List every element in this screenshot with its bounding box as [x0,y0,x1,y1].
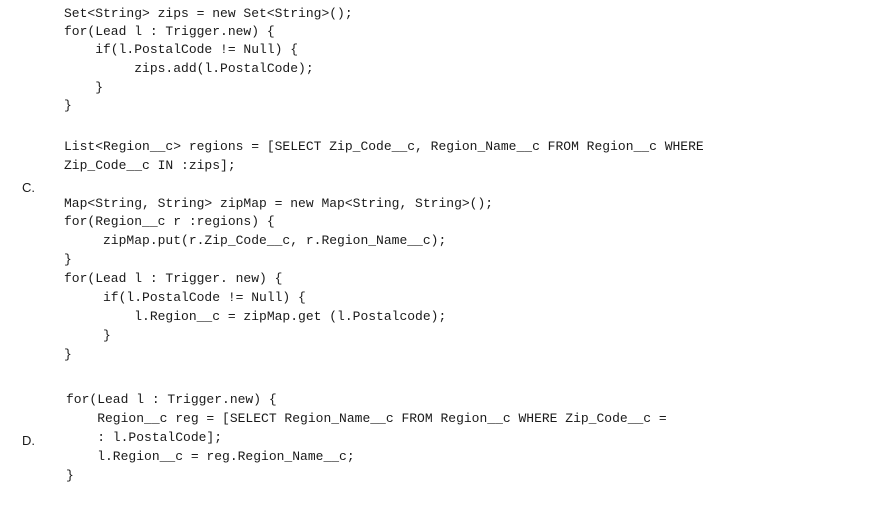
code-line: for(Lead l : Trigger. new) { [64,271,283,286]
code-line: } [64,98,72,113]
code-line: List<Region__c> regions = [SELECT Zip_Co… [64,139,704,154]
code-line: zips.add(l.PostalCode); [64,61,314,76]
code-line: Set<String> zips = new Set<String>(); [64,6,353,21]
option-d-letter: D. [22,433,35,448]
code-line: for(Lead l : Trigger.new) { [64,24,275,39]
code-line: l.Region__c = zipMap.get (l.Postalcode); [64,309,447,324]
code-line: Region__c reg = [SELECT Region_Name__c F… [66,411,667,426]
code-line: } [66,468,74,483]
code-line: Zip_Code__c IN :zips]; [64,158,236,173]
code-line: if(l.PostalCode != Null) { [64,290,306,305]
code-line: } [64,328,111,343]
code-line: } [64,80,104,95]
code-line: l.Region__c = reg.Region_Name__c; [66,449,355,464]
code-line: if(l.PostalCode != Null) { [64,42,299,57]
code-line: zipMap.put(r.Zip_Code__c, r.Region_Name_… [64,233,447,248]
code-line: Map<String, String> zipMap = new Map<Str… [64,196,494,211]
code-line: for(Lead l : Trigger.new) { [66,392,277,407]
code-line: } [64,347,72,362]
code-line: } [64,252,72,267]
code-line: for(Region__c r :regions) { [64,214,275,229]
code-line: : l.PostalCode]; [66,430,223,445]
option-c-letter: C. [22,180,35,195]
